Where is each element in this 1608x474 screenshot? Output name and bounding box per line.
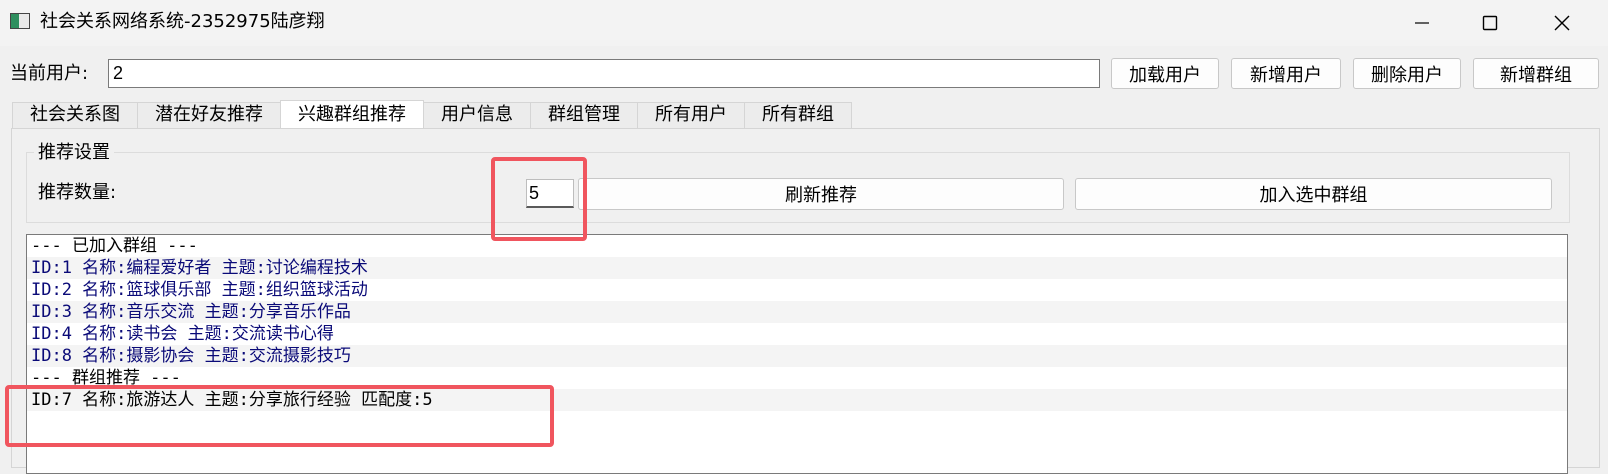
tab-all-groups[interactable]: 所有群组 <box>744 102 852 128</box>
window-title: 社会关系网络系统-2352975陆彦翔 <box>40 11 325 32</box>
list-item[interactable]: ID:3 名称:音乐交流 主题:分享音乐作品 <box>27 301 1567 323</box>
maximize-icon <box>1482 15 1498 31</box>
current-user-label: 当前用户: <box>10 63 89 84</box>
minimize-icon <box>1415 22 1429 24</box>
list-item-recommend-header[interactable]: --- 群组推荐 --- <box>27 367 1567 389</box>
settings-groupbox-title: 推荐设置 <box>34 141 114 165</box>
title-bar[interactable]: 社会关系网络系统-2352975陆彦翔 <box>0 0 1608 46</box>
list-item[interactable]: ID:4 名称:读书会 主题:交流读书心得 <box>27 323 1567 345</box>
close-button[interactable] <box>1528 0 1596 46</box>
count-spinbox[interactable]: 5 <box>526 179 574 208</box>
current-user-input[interactable]: 2 <box>108 59 1100 88</box>
tab-group-recommend[interactable]: 兴趣群组推荐 <box>280 100 424 130</box>
app-icon <box>10 13 30 29</box>
minimize-button[interactable] <box>1388 0 1456 46</box>
add-user-button[interactable]: 新增用户 <box>1231 58 1341 89</box>
tab-bar: 社会关系图 潜在好友推荐 兴趣群组推荐 用户信息 群组管理 所有用户 所有群组 <box>12 100 852 130</box>
tab-friend-recommend[interactable]: 潜在好友推荐 <box>137 102 281 128</box>
load-user-button[interactable]: 加载用户 <box>1111 58 1219 89</box>
list-item[interactable]: ID:8 名称:摄影协会 主题:交流摄影技巧 <box>27 345 1567 367</box>
tab-social-graph[interactable]: 社会关系图 <box>12 102 138 128</box>
add-group-button[interactable]: 新增群组 <box>1473 58 1599 89</box>
close-icon <box>1554 15 1570 31</box>
tab-user-info[interactable]: 用户信息 <box>423 102 531 128</box>
list-item-joined-header[interactable]: --- 已加入群组 --- <box>27 235 1567 257</box>
results-list[interactable]: --- 已加入群组 --- ID:1 名称:编程爱好者 主题:讨论编程技术 ID… <box>26 234 1568 474</box>
refresh-recommend-button[interactable]: 刷新推荐 <box>578 178 1064 210</box>
tab-group-manage[interactable]: 群组管理 <box>530 102 638 128</box>
list-item-recommendation[interactable]: ID:7 名称:旅游达人 主题:分享旅行经验 匹配度:5 <box>27 389 1567 411</box>
join-selected-group-button[interactable]: 加入选中群组 <box>1075 178 1552 210</box>
tab-all-users[interactable]: 所有用户 <box>637 102 745 128</box>
list-item[interactable]: ID:2 名称:篮球俱乐部 主题:组织篮球活动 <box>27 279 1567 301</box>
count-label: 推荐数量: <box>38 182 117 203</box>
maximize-button[interactable] <box>1456 0 1524 46</box>
delete-user-button[interactable]: 删除用户 <box>1353 58 1461 89</box>
list-item[interactable]: ID:1 名称:编程爱好者 主题:讨论编程技术 <box>27 257 1567 279</box>
app-window: 社会关系网络系统-2352975陆彦翔 当前用户: 2 加载用户 新增用户 删除… <box>0 0 1608 474</box>
